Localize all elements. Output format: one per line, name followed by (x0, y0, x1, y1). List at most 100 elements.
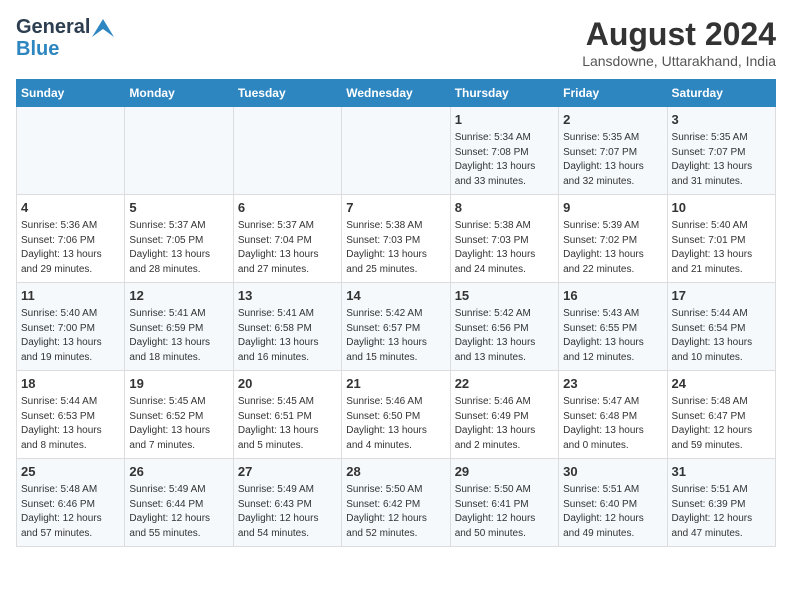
day-number: 1 (455, 111, 554, 129)
day-cell: 22 Sunrise: 5:46 AM Sunset: 6:49 PM Dayli… (450, 371, 558, 459)
logo-general: General (16, 16, 90, 38)
day-cell: 17Sunrise: 5:44 AM Sunset: 6:54 PM Dayli… (667, 283, 775, 371)
day-cell: 11Sunrise: 5:40 AM Sunset: 7:00 PM Dayli… (17, 283, 125, 371)
day-info: Sunrise: 5:38 AM Sunset: 7:03 PM Dayligh… (346, 219, 445, 277)
day-number: 6 (238, 199, 337, 217)
day-cell: 2 Sunrise: 5:35 AM Sunset: 7:07 PM Daylig… (559, 107, 667, 195)
day-number: 4 (21, 199, 120, 217)
day-cell (233, 107, 341, 195)
day-info: Sunrise: 5:37 AM Sunset: 7:05 PM Dayligh… (129, 219, 228, 277)
day-number: 21 (346, 375, 445, 393)
day-info: Sunrise: 5:42 AM Sunset: 6:57 PM Dayligh… (346, 307, 445, 365)
day-info: Sunrise: 5:47 AM Sunset: 6:48 PM Dayligh… (563, 395, 662, 453)
title-block: August 2024 Lansdowne, Uttarakhand, Indi… (582, 16, 776, 69)
day-info: Sunrise: 5:34 AM Sunset: 7:08 PM Dayligh… (455, 131, 554, 189)
day-number: 24 (672, 375, 771, 393)
header-cell-monday: Monday (125, 80, 233, 107)
day-info: Sunrise: 5:42 AM Sunset: 6:56 PM Dayligh… (455, 307, 554, 365)
day-number: 13 (238, 287, 337, 305)
day-info: Sunrise: 5:45 AM Sunset: 6:51 PM Dayligh… (238, 395, 337, 453)
header-row: SundayMondayTuesdayWednesdayThursdayFrid… (17, 80, 776, 107)
day-number: 14 (346, 287, 445, 305)
day-cell: 29 Sunrise: 5:50 AM Sunset: 6:41 PM Dayli… (450, 459, 558, 547)
day-number: 28 (346, 463, 445, 481)
day-info: Sunrise: 5:35 AM Sunset: 7:07 PM Dayligh… (672, 131, 771, 189)
header-cell-tuesday: Tuesday (233, 80, 341, 107)
day-info: Sunrise: 5:44 AM Sunset: 6:53 PM Dayligh… (21, 395, 120, 453)
day-cell: 14 Sunrise: 5:42 AM Sunset: 6:57 PM Dayli… (342, 283, 450, 371)
day-number: 20 (238, 375, 337, 393)
day-cell: 23 Sunrise: 5:47 AM Sunset: 6:48 PM Dayli… (559, 371, 667, 459)
day-cell: 6 Sunrise: 5:37 AM Sunset: 7:04 PM Daylig… (233, 195, 341, 283)
day-number: 5 (129, 199, 228, 217)
day-info: Sunrise: 5:51 AM Sunset: 6:39 PM Dayligh… (672, 483, 771, 541)
day-number: 22 (455, 375, 554, 393)
day-cell (342, 107, 450, 195)
header-cell-wednesday: Wednesday (342, 80, 450, 107)
day-cell: 28 Sunrise: 5:50 AM Sunset: 6:42 PM Dayli… (342, 459, 450, 547)
week-row-1: 1 Sunrise: 5:34 AM Sunset: 7:08 PM Daylig… (17, 107, 776, 195)
day-cell: 31 Sunrise: 5:51 AM Sunset: 6:39 PM Dayli… (667, 459, 775, 547)
day-info: Sunrise: 5:39 AM Sunset: 7:02 PM Dayligh… (563, 219, 662, 277)
day-number: 29 (455, 463, 554, 481)
calendar-table: SundayMondayTuesdayWednesdayThursdayFrid… (16, 79, 776, 547)
day-cell: 8 Sunrise: 5:38 AM Sunset: 7:03 PM Daylig… (450, 195, 558, 283)
day-number: 19 (129, 375, 228, 393)
day-cell: 4 Sunrise: 5:36 AM Sunset: 7:06 PM Daylig… (17, 195, 125, 283)
day-number: 9 (563, 199, 662, 217)
day-info: Sunrise: 5:40 AM Sunset: 7:01 PM Dayligh… (672, 219, 771, 277)
day-number: 8 (455, 199, 554, 217)
day-number: 15 (455, 287, 554, 305)
day-number: 2 (563, 111, 662, 129)
day-cell: 19 Sunrise: 5:45 AM Sunset: 6:52 PM Dayli… (125, 371, 233, 459)
day-number: 25 (21, 463, 120, 481)
day-number: 3 (672, 111, 771, 129)
day-number: 26 (129, 463, 228, 481)
day-number: 27 (238, 463, 337, 481)
day-info: Sunrise: 5:46 AM Sunset: 6:50 PM Dayligh… (346, 395, 445, 453)
week-row-2: 4 Sunrise: 5:36 AM Sunset: 7:06 PM Daylig… (17, 195, 776, 283)
header-cell-sunday: Sunday (17, 80, 125, 107)
day-cell: 25Sunrise: 5:48 AM Sunset: 6:46 PM Dayli… (17, 459, 125, 547)
day-number: 10 (672, 199, 771, 217)
day-number: 12 (129, 287, 228, 305)
day-info: Sunrise: 5:35 AM Sunset: 7:07 PM Dayligh… (563, 131, 662, 189)
day-info: Sunrise: 5:50 AM Sunset: 6:42 PM Dayligh… (346, 483, 445, 541)
day-info: Sunrise: 5:36 AM Sunset: 7:06 PM Dayligh… (21, 219, 120, 277)
day-cell: 13 Sunrise: 5:41 AM Sunset: 6:58 PM Dayli… (233, 283, 341, 371)
day-info: Sunrise: 5:40 AM Sunset: 7:00 PM Dayligh… (21, 307, 120, 365)
subtitle: Lansdowne, Uttarakhand, India (582, 53, 776, 69)
day-info: Sunrise: 5:38 AM Sunset: 7:03 PM Dayligh… (455, 219, 554, 277)
day-number: 16 (563, 287, 662, 305)
day-info: Sunrise: 5:45 AM Sunset: 6:52 PM Dayligh… (129, 395, 228, 453)
day-cell: 10 Sunrise: 5:40 AM Sunset: 7:01 PM Dayli… (667, 195, 775, 283)
day-info: Sunrise: 5:50 AM Sunset: 6:41 PM Dayligh… (455, 483, 554, 541)
day-cell: 12Sunrise: 5:41 AM Sunset: 6:59 PM Dayli… (125, 283, 233, 371)
day-cell: 5 Sunrise: 5:37 AM Sunset: 7:05 PM Daylig… (125, 195, 233, 283)
week-row-5: 25Sunrise: 5:48 AM Sunset: 6:46 PM Dayli… (17, 459, 776, 547)
day-info: Sunrise: 5:44 AM Sunset: 6:54 PM Dayligh… (672, 307, 771, 365)
header-cell-friday: Friday (559, 80, 667, 107)
day-info: Sunrise: 5:37 AM Sunset: 7:04 PM Dayligh… (238, 219, 337, 277)
day-info: Sunrise: 5:41 AM Sunset: 6:58 PM Dayligh… (238, 307, 337, 365)
day-info: Sunrise: 5:49 AM Sunset: 6:43 PM Dayligh… (238, 483, 337, 541)
logo: General Blue (16, 16, 114, 60)
day-cell: 3 Sunrise: 5:35 AM Sunset: 7:07 PM Daylig… (667, 107, 775, 195)
day-cell: 27 Sunrise: 5:49 AM Sunset: 6:43 PM Dayli… (233, 459, 341, 547)
day-cell: 15 Sunrise: 5:42 AM Sunset: 6:56 PM Dayli… (450, 283, 558, 371)
day-cell: 9 Sunrise: 5:39 AM Sunset: 7:02 PM Daylig… (559, 195, 667, 283)
header-cell-thursday: Thursday (450, 80, 558, 107)
header-cell-saturday: Saturday (667, 80, 775, 107)
week-row-3: 11Sunrise: 5:40 AM Sunset: 7:00 PM Dayli… (17, 283, 776, 371)
day-info: Sunrise: 5:43 AM Sunset: 6:55 PM Dayligh… (563, 307, 662, 365)
day-number: 23 (563, 375, 662, 393)
day-cell: 7 Sunrise: 5:38 AM Sunset: 7:03 PM Daylig… (342, 195, 450, 283)
page-header: General Blue August 2024 Lansdowne, Utta… (16, 16, 776, 69)
day-info: Sunrise: 5:46 AM Sunset: 6:49 PM Dayligh… (455, 395, 554, 453)
day-number: 31 (672, 463, 771, 481)
day-cell: 24Sunrise: 5:48 AM Sunset: 6:47 PM Dayli… (667, 371, 775, 459)
day-cell: 26Sunrise: 5:49 AM Sunset: 6:44 PM Dayli… (125, 459, 233, 547)
day-cell (125, 107, 233, 195)
day-number: 7 (346, 199, 445, 217)
day-cell (17, 107, 125, 195)
